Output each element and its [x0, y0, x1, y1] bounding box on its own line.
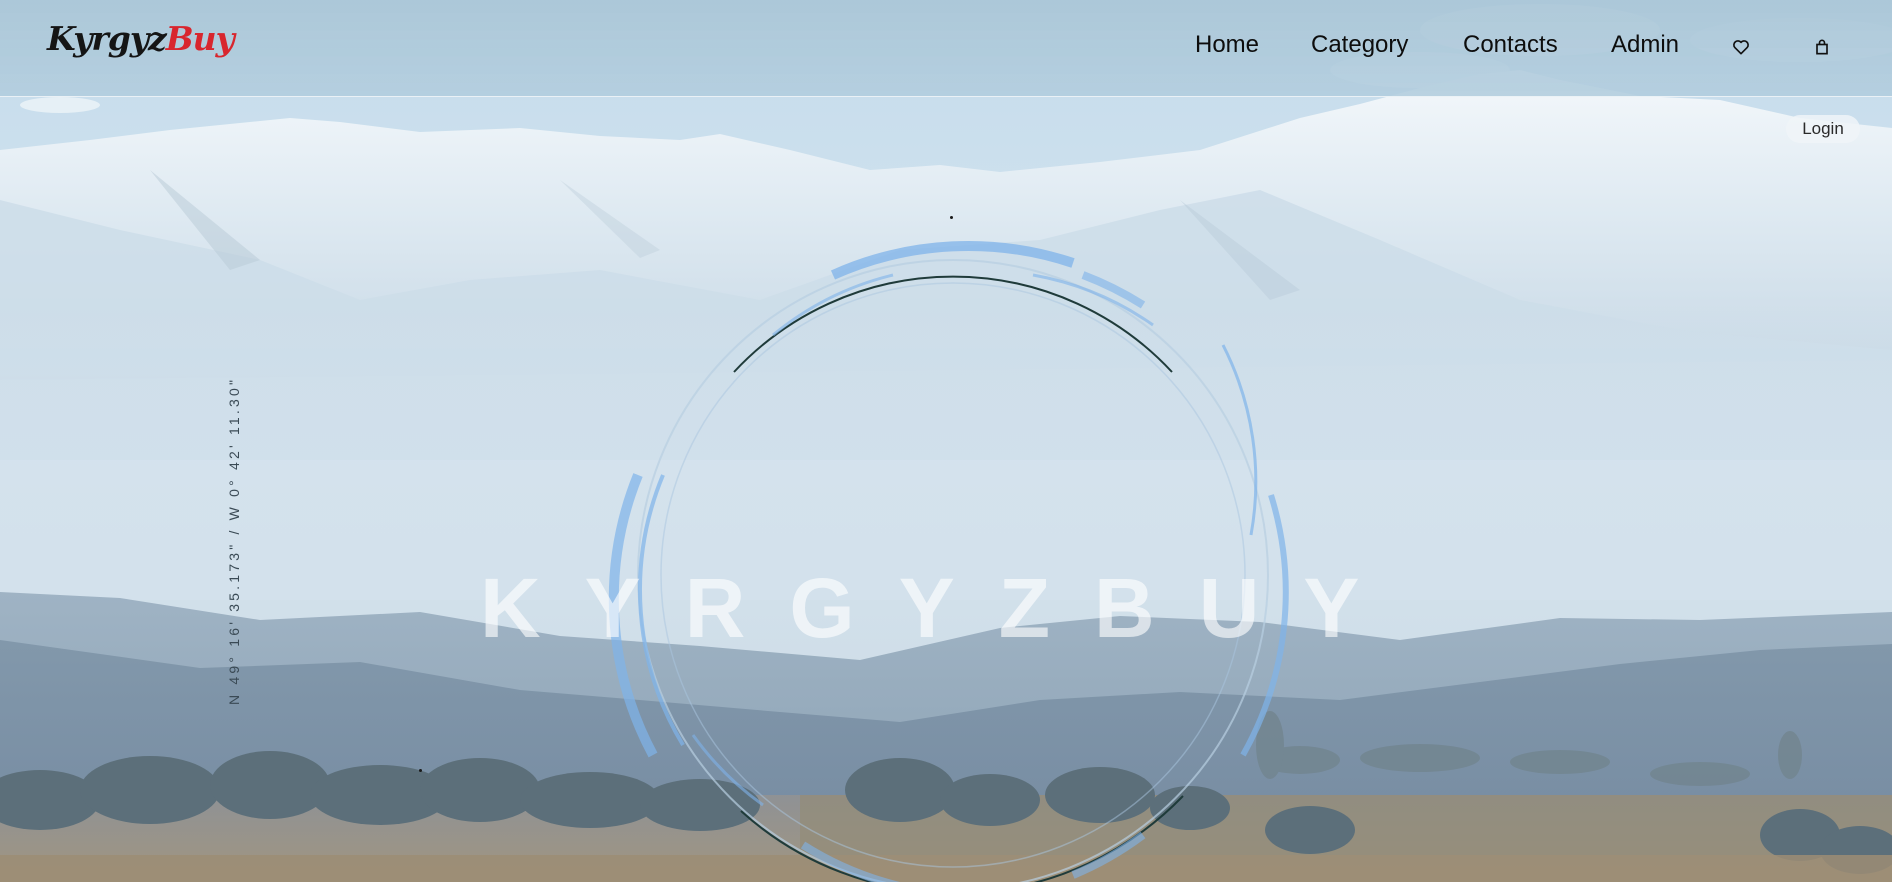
heart-icon[interactable] — [1731, 37, 1753, 59]
hero-title: KYRGYZBUY — [480, 561, 1404, 655]
hero-background-mountains — [0, 0, 1892, 882]
decorative-dot — [419, 769, 422, 772]
logo-text-primary: Kyrgyz — [47, 19, 167, 58]
nav-admin[interactable]: Admin — [1611, 31, 1679, 59]
shopping-bag-icon[interactable] — [1812, 37, 1834, 59]
site-header: KyrgyzBuy Home Category Contacts Admin — [0, 0, 1892, 97]
nav-category[interactable]: Category — [1311, 31, 1408, 59]
login-button[interactable]: Login — [1786, 115, 1860, 143]
site-logo[interactable]: KyrgyzBuy — [47, 19, 235, 58]
decorative-dot — [950, 216, 953, 219]
logo-text-accent: Buy — [165, 19, 235, 58]
nav-contacts[interactable]: Contacts — [1463, 31, 1558, 59]
nav-home[interactable]: Home — [1195, 31, 1259, 59]
coordinates-text: N 49° 16' 35.173" / W 0° 42' 11.30" — [226, 376, 242, 705]
